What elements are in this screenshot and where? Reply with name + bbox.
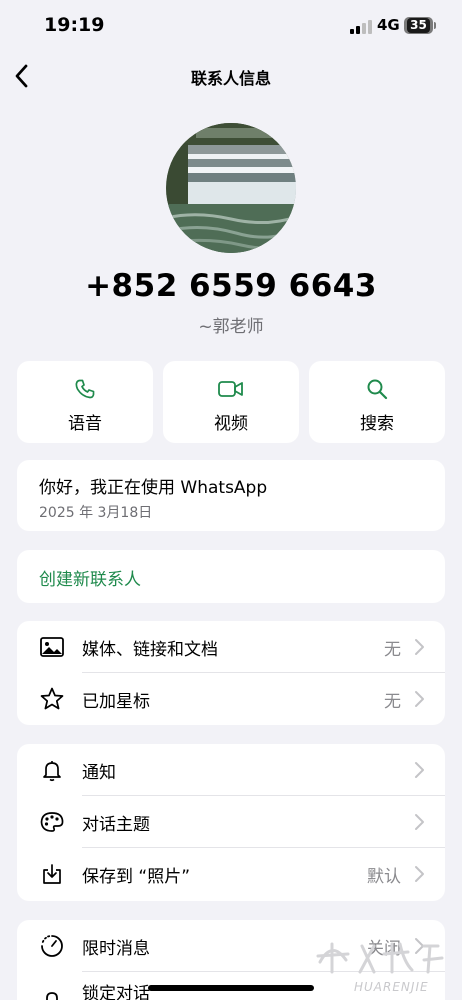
- search-label: 搜索: [360, 414, 394, 434]
- contact-phone: +852 6559 6643: [85, 268, 377, 304]
- about-card[interactable]: 你好，我正在使用 WhatsApp 2025 年 3月18日: [17, 460, 445, 531]
- search-button[interactable]: 搜索: [309, 361, 445, 443]
- media-group: 媒体、链接和文档 无 已加星标 无: [17, 621, 445, 725]
- video-call-button[interactable]: 视频: [163, 361, 299, 443]
- battery-level: 35: [407, 18, 430, 33]
- media-links-docs-row[interactable]: 媒体、链接和文档 无: [17, 621, 445, 673]
- video-call-label: 视频: [214, 414, 248, 434]
- avatar-image: [166, 123, 296, 253]
- starred-value: 无: [384, 692, 401, 712]
- home-indicator[interactable]: [148, 985, 314, 991]
- search-icon: [367, 379, 388, 400]
- watermark-logo: [316, 942, 444, 974]
- lock-chat-label: 锁定对话: [82, 984, 150, 1000]
- network-label: 4G: [377, 16, 400, 34]
- save-to-photos-value: 默认: [367, 867, 401, 887]
- chevron-right-icon: [415, 866, 424, 882]
- watermark-text: HUARENJIE: [354, 980, 429, 994]
- media-links-docs-value: 无: [384, 640, 401, 660]
- avatar[interactable]: [166, 123, 296, 253]
- voice-call-button[interactable]: 语音: [17, 361, 153, 443]
- chevron-right-icon: [415, 639, 424, 655]
- lock-icon: [46, 992, 58, 1000]
- image-icon: [40, 637, 64, 657]
- about-date: 2025 年 3月18日: [39, 505, 153, 521]
- create-contact-label: 创建新联系人: [39, 570, 141, 590]
- status-bar: 19:19 4G 35: [0, 0, 462, 52]
- starred-row[interactable]: 已加星标 无: [17, 673, 445, 725]
- chat-theme-label: 对话主题: [82, 815, 150, 835]
- video-icon: [218, 381, 243, 397]
- timer-icon: [41, 935, 63, 957]
- star-icon: [40, 687, 64, 710]
- page-title: 联系人信息: [190, 69, 271, 88]
- status-time: 19:19: [44, 14, 105, 36]
- save-download-icon: [43, 864, 61, 884]
- battery-tip: [434, 22, 436, 29]
- create-contact-button[interactable]: 创建新联系人: [17, 550, 445, 603]
- phone-icon: [75, 379, 95, 399]
- about-text: 你好，我正在使用 WhatsApp: [39, 478, 268, 498]
- settings-group: 通知 对话主题 保存到 “照片” 默认: [17, 744, 445, 901]
- contact-alias: ~郭老师: [198, 317, 264, 337]
- battery-icon: 35: [404, 17, 433, 34]
- notifications-row[interactable]: 通知: [17, 744, 445, 796]
- media-links-docs-label: 媒体、链接和文档: [82, 640, 218, 660]
- signal-icon: [350, 20, 372, 34]
- save-to-photos-label: 保存到 “照片”: [82, 867, 191, 887]
- notifications-label: 通知: [82, 763, 116, 783]
- chevron-right-icon: [415, 814, 424, 830]
- starred-label: 已加星标: [82, 692, 150, 712]
- navigation-bar: 联系人信息: [0, 56, 462, 96]
- chevron-right-icon: [415, 691, 424, 707]
- voice-call-label: 语音: [68, 414, 102, 434]
- action-buttons: 语音 视频 搜索: [17, 361, 445, 443]
- palette-icon: [40, 812, 64, 832]
- watermark: HUARENJIE: [312, 932, 462, 1000]
- chevron-right-icon: [415, 762, 424, 778]
- bell-icon: [43, 761, 61, 782]
- save-to-photos-row[interactable]: 保存到 “照片” 默认: [17, 848, 445, 900]
- chat-theme-row[interactable]: 对话主题: [17, 796, 445, 848]
- disappearing-messages-label: 限时消息: [82, 939, 150, 959]
